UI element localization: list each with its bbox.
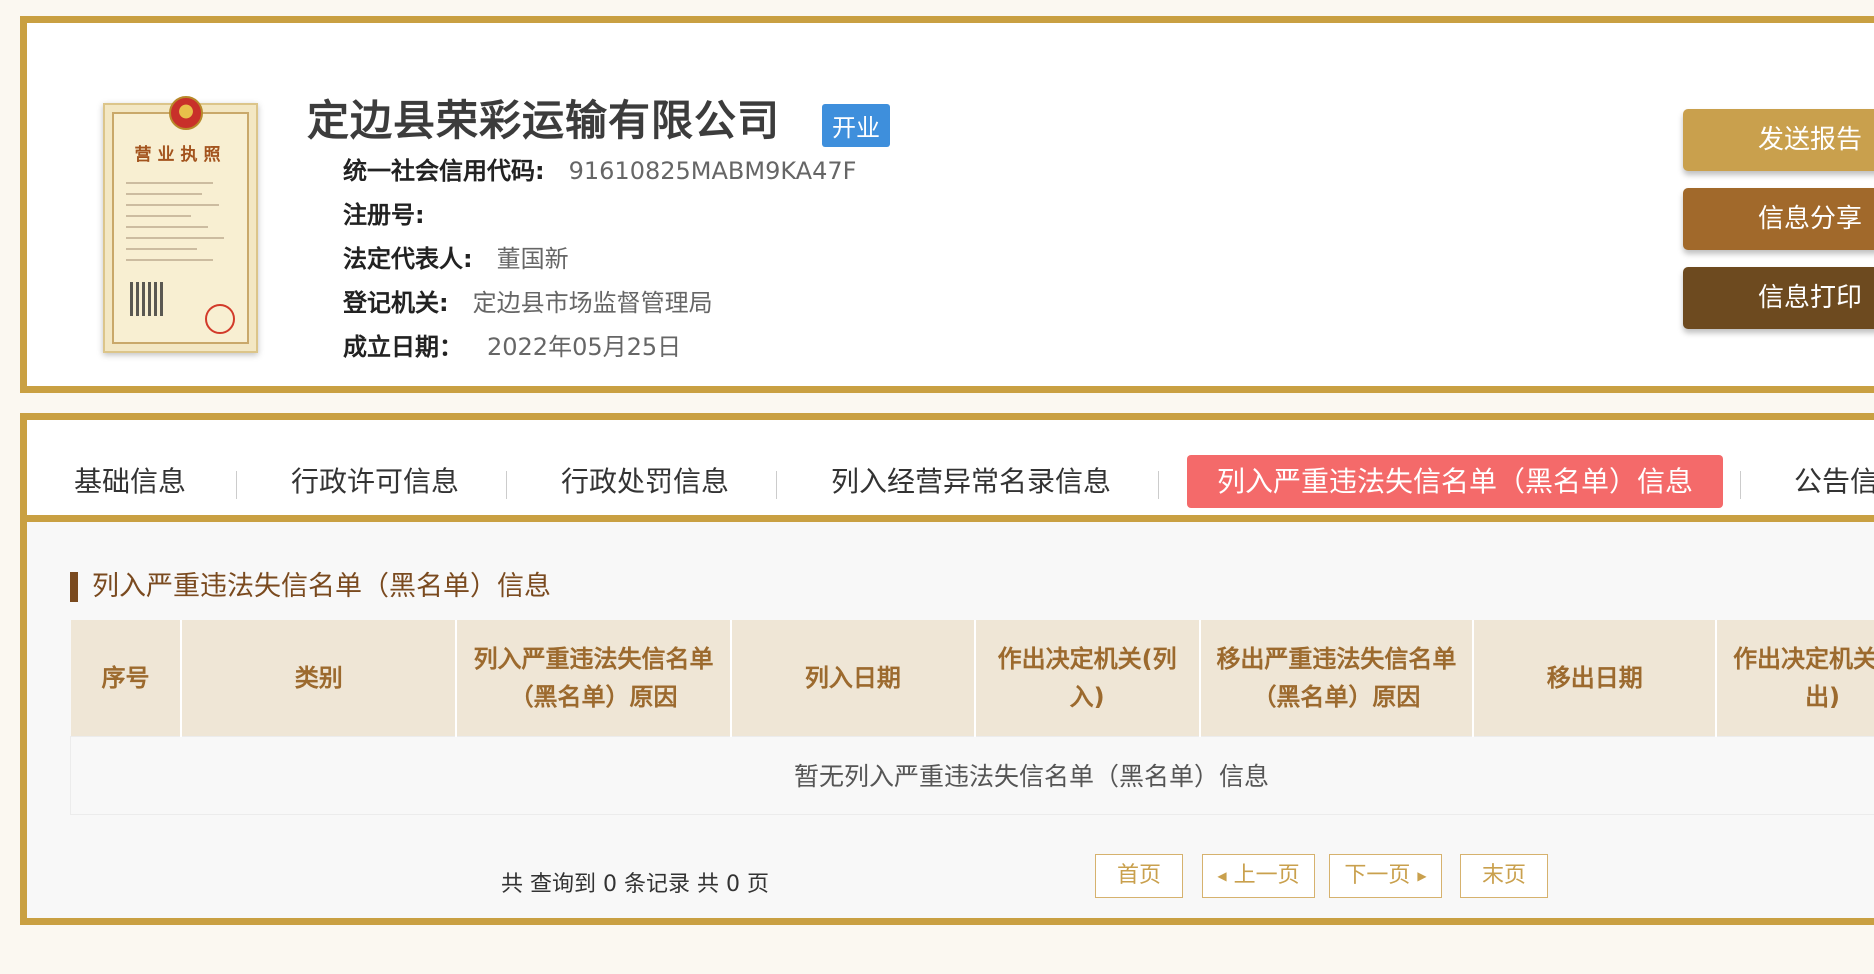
license-frame: 营业执照: [112, 96, 249, 344]
legal-rep-row: 法定代表人: 董国新: [343, 239, 569, 274]
national-emblem-icon: [169, 96, 203, 130]
license-title: 营业执照: [134, 145, 227, 165]
next-page-label: 下一页: [1344, 863, 1411, 888]
official-seal-icon: [205, 304, 235, 334]
print-info-button[interactable]: 信息打印: [1683, 267, 1874, 329]
arrow-left-icon: ◀: [1217, 869, 1227, 883]
legal-rep-value: 董国新: [496, 245, 569, 273]
legal-rep-label: 法定代表人:: [343, 245, 473, 273]
col-listing-reason: 列入严重违法失信名单（黑名单）原因: [456, 620, 732, 736]
founded-date-label: 成立日期：: [343, 333, 463, 361]
license-text-lines: [126, 182, 235, 270]
company-card: 营业执照 定边县荣彩运输有限公司 开业 统一社会信用代码: 91610825MAB…: [20, 16, 1874, 393]
col-category: 类别: [181, 620, 458, 736]
tab-admin-license[interactable]: 行政许可信息: [291, 455, 459, 508]
share-info-button[interactable]: 信息分享: [1683, 188, 1874, 250]
tab-announcements[interactable]: 公告信息: [1794, 455, 1874, 508]
reg-number-label: 注册号:: [343, 201, 425, 229]
tab-abnormal-operation[interactable]: 列入经营异常名录信息: [831, 455, 1111, 508]
tab-divider: [1158, 471, 1159, 499]
credit-code-row: 统一社会信用代码: 91610825MABM9KA47F: [343, 151, 856, 186]
tab-divider: [506, 471, 507, 499]
col-removal-date: 移出日期: [1473, 620, 1718, 736]
detail-panel: 基础信息 行政许可信息 行政处罚信息 列入经营异常名录信息 列入严重违法失信名单…: [20, 413, 1874, 925]
tab-divider: [776, 471, 777, 499]
business-license-image[interactable]: 营业执照: [103, 96, 258, 353]
company-name: 定边县荣彩运输有限公司: [307, 96, 781, 145]
reg-authority-value: 定边县市场监督管理局: [472, 289, 713, 317]
prev-page-label: 上一页: [1233, 863, 1300, 888]
col-index: 序号: [70, 620, 183, 736]
first-page-button[interactable]: 首页: [1095, 854, 1183, 898]
empty-message: 暂无列入严重违法失信名单（黑名单）信息: [70, 735, 1874, 815]
next-page-button[interactable]: 下一页 ▶: [1329, 854, 1442, 898]
col-listing-date: 列入日期: [730, 620, 976, 736]
tab-admin-penalty[interactable]: 行政处罚信息: [561, 455, 729, 508]
col-listing-authority: 作出决定机关(列入): [974, 620, 1201, 736]
credit-code-label: 统一社会信用代码:: [343, 157, 545, 185]
arrow-right-icon: ▶: [1417, 869, 1427, 883]
last-page-button[interactable]: 末页: [1460, 854, 1548, 898]
status-badge: 开业: [822, 104, 890, 147]
tab-divider: [236, 471, 237, 499]
col-removal-authority: 作出决定机关(移出): [1716, 620, 1874, 736]
founded-date-value: 2022年05月25日: [487, 333, 682, 361]
col-removal-reason: 移出严重违法失信名单（黑名单）原因: [1199, 620, 1475, 736]
reg-authority-label: 登记机关:: [343, 289, 449, 317]
table-row: 暂无列入严重违法失信名单（黑名单）信息: [70, 735, 1874, 815]
tab-basic-info[interactable]: 基础信息: [74, 455, 186, 508]
section-title: 列入严重违法失信名单（黑名单）信息: [70, 572, 551, 602]
credit-code-value: 91610825MABM9KA47F: [568, 157, 857, 185]
send-report-button[interactable]: 发送报告: [1683, 109, 1874, 171]
founded-date-row: 成立日期： 2022年05月25日: [343, 327, 681, 362]
tab-bar: 基础信息 行政许可信息 行政处罚信息 列入经营异常名录信息 列入严重违法失信名单…: [27, 420, 1874, 522]
prev-page-button[interactable]: ◀ 上一页: [1202, 854, 1315, 898]
tab-blacklist[interactable]: 列入严重违法失信名单（黑名单）信息: [1187, 455, 1724, 508]
table-header-row: 序号 类别 列入严重违法失信名单（黑名单）原因 列入日期 作出决定机关(列入) …: [70, 620, 1874, 736]
reg-authority-row: 登记机关: 定边县市场监督管理局: [343, 283, 713, 318]
reg-number-row: 注册号:: [343, 195, 449, 230]
pager-summary: 共 查询到 0 条记录 共 0 页: [501, 872, 769, 897]
blacklist-table: 序号 类别 列入严重违法失信名单（黑名单）原因 列入日期 作出决定机关(列入) …: [70, 620, 1874, 815]
tab-divider: [1740, 471, 1741, 499]
qr-code-icon: [130, 282, 164, 316]
